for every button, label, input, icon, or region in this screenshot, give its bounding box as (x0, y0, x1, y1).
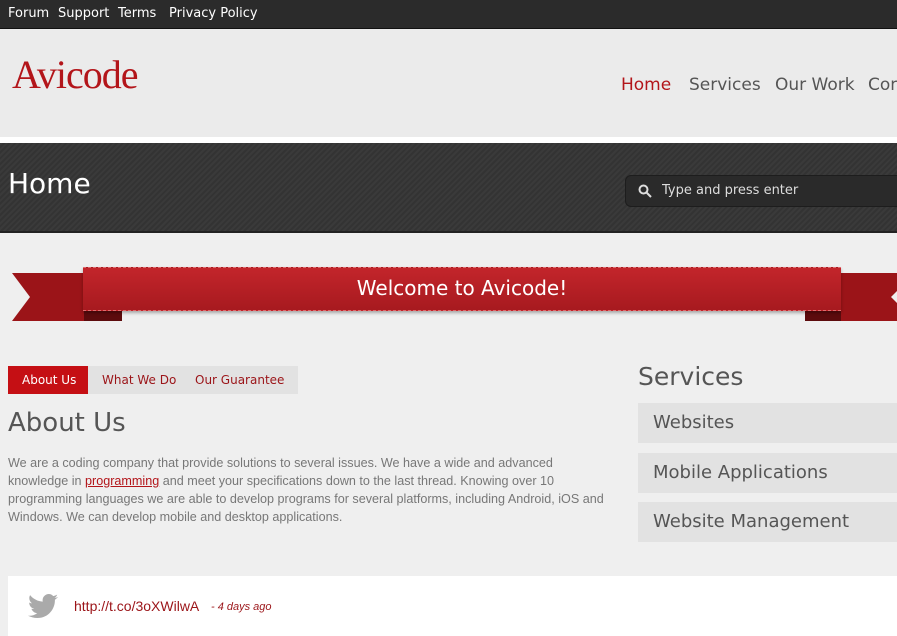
service-item-website-management[interactable]: Website Management (638, 502, 897, 542)
tab-our-guarantee[interactable]: Our Guarantee (181, 366, 299, 394)
top-bar: Forum Support Terms Privacy Policy (0, 0, 897, 29)
service-item-websites[interactable]: Websites (638, 403, 897, 443)
search-input[interactable] (660, 182, 884, 199)
tweet-box: http://t.co/3oXWilwA - 4 days ago (8, 576, 897, 636)
topbar-link-support[interactable]: Support (58, 6, 109, 21)
nav-item-our-work[interactable]: Our Work (775, 75, 855, 95)
service-item-mobile-applications[interactable]: Mobile Applications (638, 453, 897, 493)
ribbon-banner: Welcome to Avicode! (83, 267, 841, 311)
tab-about-us[interactable]: About Us (8, 366, 91, 394)
twitter-bird-icon (28, 594, 58, 618)
tab-what-we-do[interactable]: What We Do (88, 366, 191, 394)
search-icon (638, 184, 652, 198)
site-logo[interactable]: Avicode (12, 51, 139, 98)
search-box[interactable] (625, 175, 897, 207)
programming-link[interactable]: programming (85, 474, 159, 488)
service-label: Mobile Applications (653, 462, 828, 483)
nav-item-services[interactable]: Services (689, 75, 761, 95)
service-label: Website Management (653, 511, 850, 532)
page-title: Home (8, 167, 91, 200)
topbar-link-privacy[interactable]: Privacy Policy (169, 6, 258, 21)
site-header: Avicode Home Services Our Work Cont (0, 29, 897, 143)
about-title: About Us (8, 408, 126, 438)
topbar-link-forum[interactable]: Forum (8, 6, 49, 21)
tweet-link[interactable]: http://t.co/3oXWilwA (74, 598, 199, 614)
welcome-ribbon: Welcome to Avicode! (0, 263, 897, 323)
ribbon-text: Welcome to Avicode! (356, 276, 568, 300)
service-label: Websites (653, 412, 735, 433)
topbar-link-terms[interactable]: Terms (118, 6, 156, 21)
page-title-band: Home (0, 143, 897, 233)
nav-item-contact[interactable]: Cont (868, 75, 897, 95)
about-text: We are a coding company that provide sol… (8, 454, 608, 526)
services-title: Services (638, 362, 744, 391)
nav-item-home[interactable]: Home (621, 75, 671, 95)
tweet-time: - 4 days ago (211, 601, 272, 613)
